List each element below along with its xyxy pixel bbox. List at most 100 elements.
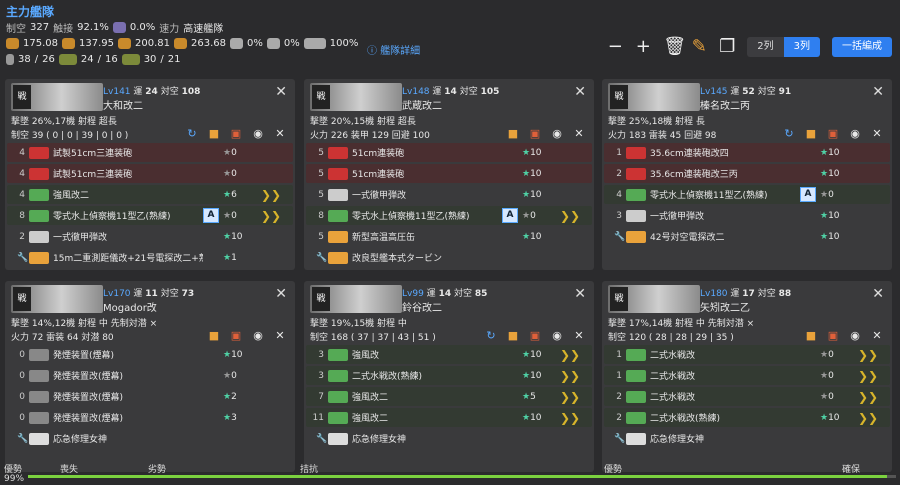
eye-icon[interactable]: ◉: [848, 127, 862, 140]
close-icon[interactable]: ✕: [870, 329, 884, 342]
equip-slot[interactable]: 0 発煙装置(煙幕) ★10: [7, 345, 293, 364]
equip-slot[interactable]: 11 強風改二 ★10 ❯❯: [306, 408, 592, 427]
equip-slot[interactable]: 5 新型高温高圧缶 ★10: [306, 227, 592, 246]
toolbox-icon[interactable]: ▣: [528, 127, 542, 140]
equip-slot[interactable]: 🔧 応急修理女神: [306, 429, 592, 448]
improvement-value: 10: [530, 168, 542, 179]
close-icon[interactable]: ✕: [872, 84, 884, 100]
fleet-detail-link[interactable]: ⓘ 艦隊詳細: [367, 42, 420, 57]
chevron-icon: ❯❯: [858, 389, 879, 404]
edit-icon[interactable]: ✎: [691, 38, 707, 56]
toolbox-icon[interactable]: ▣: [826, 127, 840, 140]
close-icon[interactable]: ✕: [273, 127, 287, 140]
ship-level: Lv180: [700, 289, 728, 299]
equip-slot[interactable]: 4 試製51cm三連装砲 ★0: [7, 143, 293, 162]
close-icon[interactable]: ✕: [574, 84, 586, 100]
trash-icon[interactable]: 🗑: [663, 38, 686, 56]
minus-button[interactable]: −: [607, 38, 623, 56]
equip-slot[interactable]: 0 発煙装置改(煙幕) ★3: [7, 408, 293, 427]
lock-icon[interactable]: ■: [207, 127, 221, 140]
equip-slot[interactable]: 8 零式水上偵察機11型乙(熟練) A ★0 ❯❯: [7, 206, 293, 225]
equip-slot[interactable]: 3 強風改 ★10 ❯❯: [306, 345, 592, 364]
eye-icon[interactable]: ◉: [251, 329, 265, 342]
equip-slot[interactable]: 🔧 42号対空電探改二 ★10: [604, 227, 890, 246]
toolbox-icon[interactable]: ▣: [826, 329, 840, 342]
close-icon[interactable]: ✕: [275, 286, 287, 302]
rotate-icon[interactable]: ↻: [782, 127, 796, 140]
equip-name: 一式徹甲弾改: [53, 233, 108, 243]
equip-slot[interactable]: 5 一式徹甲弾改 ★10: [306, 185, 592, 204]
close-icon[interactable]: ✕: [870, 127, 884, 140]
close-icon[interactable]: ✕: [872, 286, 884, 302]
ship-portrait[interactable]: 戦: [310, 83, 402, 111]
close-icon[interactable]: ✕: [572, 127, 586, 140]
ship-portrait[interactable]: 戦: [11, 285, 103, 313]
ship-portrait[interactable]: 戦: [608, 285, 700, 313]
toolbox-icon[interactable]: ▣: [528, 329, 542, 342]
equip-slot[interactable]: 0 発煙装置改(煙幕) ★2: [7, 387, 293, 406]
lock-icon[interactable]: ■: [804, 127, 818, 140]
progress-label: 確保: [842, 465, 861, 475]
equip-slot[interactable]: 5 51cm連装砲 ★10: [306, 164, 592, 183]
formation-1-icon: [6, 37, 19, 49]
toolbox-icon[interactable]: ▣: [229, 329, 243, 342]
col3-button[interactable]: 3列: [783, 37, 820, 57]
equip-slot[interactable]: 2 二式水戦改(熟練) ★10 ❯❯: [604, 408, 890, 427]
equip-slot[interactable]: 0 発煙装置改(煙幕) ★0: [7, 366, 293, 385]
equip-slot[interactable]: 3 二式水戦改(熟練) ★10 ❯❯: [306, 366, 592, 385]
equip-name: 新型高温高圧缶: [352, 233, 416, 243]
equip-slot[interactable]: 1 35.6cm連装砲改四 ★10: [604, 143, 890, 162]
equip-slot[interactable]: 1 二式水戦改 ★0 ❯❯: [604, 366, 890, 385]
lock-icon[interactable]: ■: [804, 329, 818, 342]
eye-icon[interactable]: ◉: [848, 329, 862, 342]
equip-slot[interactable]: 🔧 応急修理女神: [7, 429, 293, 448]
supply-value: 0%: [283, 37, 300, 49]
ship-portrait[interactable]: 戦: [310, 285, 402, 313]
equip-slot[interactable]: 4 試製51cm三連装砲 ★0: [7, 164, 293, 183]
close-icon[interactable]: ✕: [572, 329, 586, 342]
rotate-icon[interactable]: ↻: [185, 127, 199, 140]
close-icon[interactable]: ✕: [275, 84, 287, 100]
equip-slot[interactable]: 4 強風改二 ★6 ❯❯: [7, 185, 293, 204]
luck-value: 14: [438, 289, 452, 299]
bulk-edit-button[interactable]: 一括編成: [832, 37, 892, 57]
lock-icon[interactable]: ■: [207, 329, 221, 342]
col2-button[interactable]: 2列: [747, 37, 784, 57]
equip-slot[interactable]: 3 一式徹甲弾改 ★10: [604, 206, 890, 225]
equip-slot[interactable]: 5 51cm連装砲 ★10: [306, 143, 592, 162]
close-icon[interactable]: ✕: [273, 329, 287, 342]
aa-value: 88: [778, 289, 792, 299]
lock-icon[interactable]: ■: [506, 127, 520, 140]
drum-icon: [230, 37, 243, 49]
equip-name: 二式水戦改: [650, 351, 696, 361]
lock-icon[interactable]: ■: [506, 329, 520, 342]
slot-count: 0: [19, 412, 25, 423]
improvement-level: ★0: [223, 371, 261, 381]
equip-slot[interactable]: 1 二式水戦改 ★0 ❯❯: [604, 345, 890, 364]
equip-slot[interactable]: 🔧 応急修理女神: [604, 429, 890, 448]
ship-name: Mogador改: [103, 303, 157, 314]
ship-portrait[interactable]: 戦: [11, 83, 103, 111]
equip-slot[interactable]: 2 35.6cm連装砲改三丙 ★10: [604, 164, 890, 183]
equip-slot[interactable]: 7 強風改二 ★5 ❯❯: [306, 387, 592, 406]
ship-stats-line: 撃墜 17%,14機 射程 中 先制対潜 ×: [608, 319, 755, 329]
rotate-icon[interactable]: ↻: [484, 329, 498, 342]
copy-icon[interactable]: ❐: [719, 38, 735, 56]
eye-icon[interactable]: ◉: [550, 127, 564, 140]
f2-value: 137.95: [79, 37, 114, 49]
equip-slot[interactable]: 🔧 改良型艦本式タービン: [306, 248, 592, 267]
equip-slot[interactable]: 2 二式水戦改 ★0 ❯❯: [604, 387, 890, 406]
close-icon[interactable]: ✕: [574, 286, 586, 302]
equip-slot[interactable]: 🔧15m二重測距儀改+21号電探改二+熟練…★1: [7, 248, 293, 267]
equip-name: 試製51cm三連装砲: [53, 170, 133, 180]
supply-icon: [266, 37, 280, 49]
plus-button[interactable]: +: [635, 38, 651, 56]
toolbox-icon[interactable]: ▣: [229, 127, 243, 140]
equip-slot[interactable]: 4 零式水上偵察機11型乙(熟練) A ★0: [604, 185, 890, 204]
chevron-icon: ❯❯: [261, 208, 282, 223]
ship-portrait[interactable]: 戦: [608, 83, 700, 111]
equip-slot[interactable]: 2 一式徹甲弾改 ★10: [7, 227, 293, 246]
equip-slot[interactable]: 8 零式水上偵察機11型乙(熟練) A ★0 ❯❯: [306, 206, 592, 225]
eye-icon[interactable]: ◉: [251, 127, 265, 140]
eye-icon[interactable]: ◉: [550, 329, 564, 342]
